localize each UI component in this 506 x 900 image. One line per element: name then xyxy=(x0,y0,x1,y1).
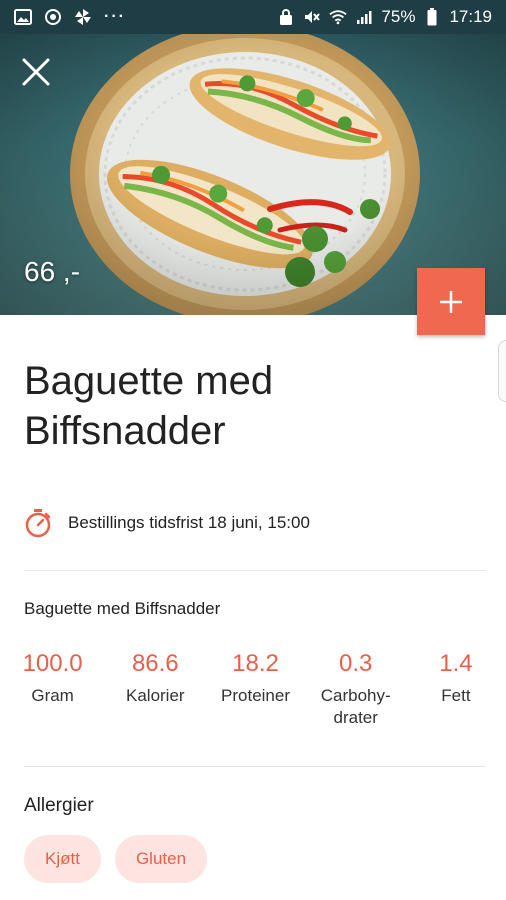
nutrition-value: 1.4 xyxy=(439,650,473,677)
nutrition-item-kalorier: 86.6 Kalorier xyxy=(105,647,205,729)
sync-icon xyxy=(44,8,62,26)
product-title: Baguette med Biffsnadder xyxy=(24,359,274,453)
stopwatch-icon xyxy=(25,509,51,538)
more-notifications-dots: ··· xyxy=(104,8,126,25)
battery-icon xyxy=(423,8,441,26)
battery-percent: 75% xyxy=(381,7,416,26)
nutrition-label: Carbohy- drater xyxy=(320,686,391,727)
status-left: ··· xyxy=(14,8,126,26)
nutrition-value: 86.6 xyxy=(131,650,179,677)
status-bar: ··· 75% 17:19 xyxy=(0,0,506,34)
nutrition-value: 0.3 xyxy=(339,650,373,677)
deadline-text: Bestillings tidsfrist 18 juni, 15:00 xyxy=(68,513,310,532)
close-icon xyxy=(22,58,50,86)
side-panel-handle[interactable] xyxy=(498,340,506,402)
lock-icon xyxy=(277,8,295,26)
plus-icon xyxy=(440,290,462,313)
pinwheel-icon xyxy=(74,8,92,26)
nutrition-label: Proteiner xyxy=(221,686,290,705)
allergy-tag-kjott[interactable]: Kjøtt xyxy=(24,835,101,883)
nutrition-facts: 100.0 Gram 86.6 Kalorier 18.2 Proteiner … xyxy=(0,647,506,729)
nutrition-item-proteiner: 18.2 Proteiner xyxy=(205,647,305,729)
nutrition-item-gram: 100.0 Gram xyxy=(0,647,105,729)
nutrition-label: Kalorier xyxy=(126,686,185,705)
nutrition-label: Fett xyxy=(441,686,471,705)
nutrition-item-karbohydrater: 0.3 Carbohy- drater xyxy=(306,647,406,729)
product-price: 66 ,- xyxy=(24,256,81,287)
clock: 17:19 xyxy=(449,7,492,26)
allergy-tag-gluten[interactable]: Gluten xyxy=(114,835,208,883)
allergies-heading: Allergier xyxy=(24,795,94,816)
mute-icon xyxy=(303,8,321,26)
order-deadline: Bestillings tidsfrist 18 juni, 15:00 xyxy=(24,508,310,538)
nutrition-item-fett: 1.4 Fett xyxy=(406,647,506,729)
nutrition-value: 100.0 xyxy=(22,650,83,677)
image-icon xyxy=(14,8,32,26)
close-button[interactable] xyxy=(16,52,56,92)
add-to-cart-button[interactable] xyxy=(417,268,485,335)
nutrition-heading: Baguette med Biffsnadder xyxy=(24,599,221,618)
status-right: 75% 17:19 xyxy=(277,7,492,27)
allergy-tags: Kjøtt Gluten xyxy=(24,835,208,883)
nutrition-label: Gram xyxy=(31,686,74,705)
divider xyxy=(24,766,486,767)
wifi-icon xyxy=(329,8,348,26)
nutrition-value: 18.2 xyxy=(232,650,279,677)
divider xyxy=(24,570,486,571)
signal-icon xyxy=(355,8,373,26)
